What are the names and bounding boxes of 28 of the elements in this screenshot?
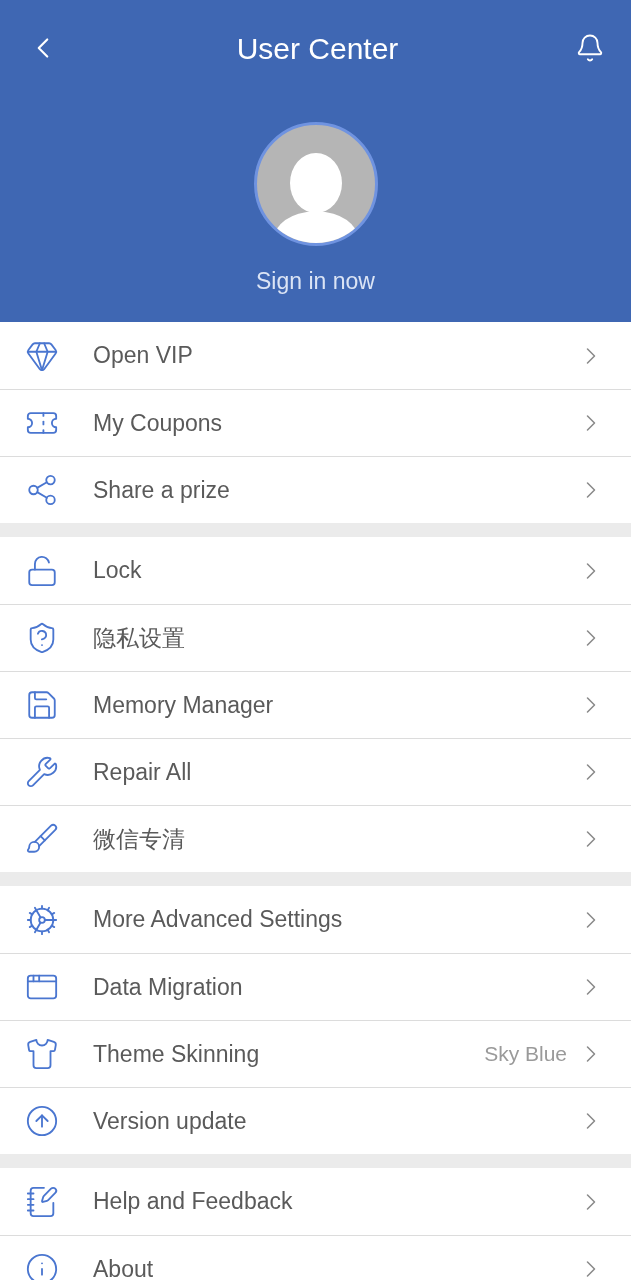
menu-label: Open VIP bbox=[93, 341, 194, 371]
menu-label: My Coupons bbox=[93, 408, 224, 438]
menu-label: 微信专清 bbox=[93, 824, 186, 854]
share-icon bbox=[25, 473, 59, 507]
sign-in-link[interactable]: Sign in now bbox=[256, 264, 375, 299]
cog-icon bbox=[25, 902, 59, 937]
shirt-icon bbox=[25, 1037, 59, 1071]
menu-label: Share a prize bbox=[93, 475, 231, 505]
menu-value: Sky Blue bbox=[484, 1041, 567, 1068]
menu-label: Theme Skinning bbox=[93, 1039, 261, 1069]
menu-item[interactable]: About bbox=[0, 1235, 631, 1280]
info-icon bbox=[25, 1252, 59, 1280]
menu-label: Help and Feedback bbox=[93, 1187, 294, 1217]
menu-label: About bbox=[93, 1254, 155, 1280]
bell-icon[interactable] bbox=[575, 33, 605, 63]
padlock-icon bbox=[25, 553, 59, 588]
up-arrow-circle-icon bbox=[25, 1104, 59, 1138]
menu-label: Data Migration bbox=[93, 972, 244, 1002]
page-title: User Center bbox=[236, 30, 399, 67]
brush-icon bbox=[25, 822, 59, 856]
menu-label: 隐私设置 bbox=[93, 623, 186, 653]
menu-label: Version update bbox=[93, 1106, 248, 1136]
note-edit-icon bbox=[25, 1184, 59, 1219]
menu-label: Memory Manager bbox=[93, 690, 275, 720]
menu-label: Lock bbox=[93, 556, 143, 586]
menu-label: More Advanced Settings bbox=[93, 905, 344, 935]
wrench-icon bbox=[25, 755, 59, 789]
menu-label: Repair All bbox=[93, 757, 193, 787]
